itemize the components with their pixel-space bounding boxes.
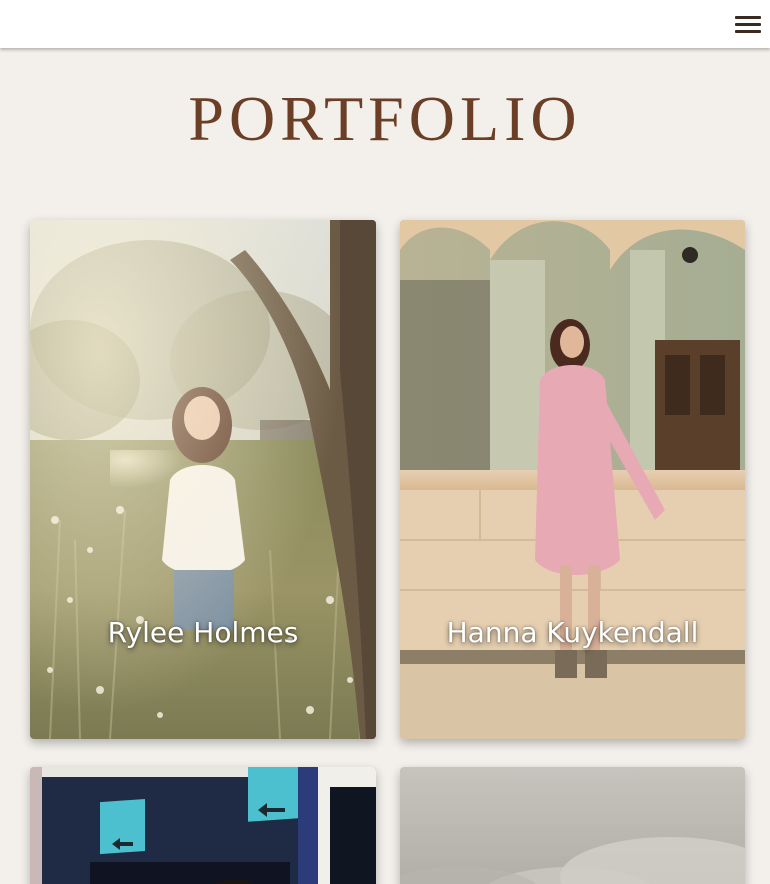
portfolio-card-title: Rylee Holmes <box>107 616 299 649</box>
portfolio-card-rylee-holmes[interactable]: Rylee Holmes <box>30 220 376 739</box>
portfolio-card-title: Hanna Kuykendall <box>446 616 699 649</box>
portfolio-photo <box>400 220 745 739</box>
page-title: PORTFOLIO <box>188 83 582 154</box>
portfolio-photo <box>30 767 376 884</box>
top-navigation-bar <box>0 0 770 48</box>
portfolio-card-hanna-kuykendall[interactable]: Hanna Kuykendall <box>400 220 745 739</box>
portfolio-card-4[interactable] <box>400 767 745 884</box>
portfolio-card-3[interactable] <box>30 767 376 884</box>
portfolio-photo <box>400 767 745 884</box>
hamburger-menu-icon[interactable] <box>735 14 761 35</box>
portfolio-photo <box>30 220 376 739</box>
